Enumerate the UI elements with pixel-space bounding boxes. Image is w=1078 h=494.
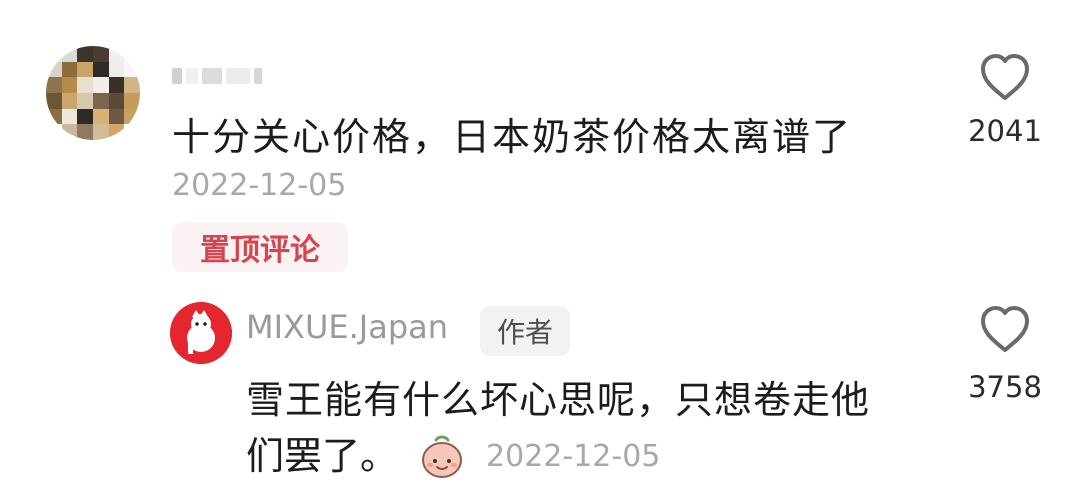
author-badge: 作者 — [480, 306, 570, 356]
top-comment-like-count: 2041 — [968, 114, 1042, 148]
reply-text-line-1: 雪王能有什么坏心思呢，只想卷走他 — [246, 378, 871, 422]
top-comment-date: 2022-12-05 — [172, 168, 347, 203]
peach-face-emoji — [422, 435, 463, 478]
pinned-comment-badge: 置顶评论 — [172, 222, 348, 272]
commenter-avatar[interactable] — [46, 46, 140, 140]
reply-username[interactable]: MIXUE.Japan — [246, 308, 448, 346]
reply-text-line-2: 们罢了。 — [246, 434, 399, 478]
top-comment-text: 十分关心价格，日本奶茶价格太离谱了 — [172, 115, 853, 159]
heart-outline-icon[interactable] — [978, 52, 1032, 102]
commenter-name-blurred[interactable] — [172, 60, 264, 92]
heart-outline-icon[interactable] — [978, 304, 1032, 354]
reply-date: 2022-12-05 — [486, 438, 661, 474]
reply-second-line: 们罢了。 2022-12-05 — [246, 428, 660, 484]
reply-avatar[interactable] — [170, 302, 232, 364]
reply-like-count: 3758 — [968, 370, 1042, 404]
